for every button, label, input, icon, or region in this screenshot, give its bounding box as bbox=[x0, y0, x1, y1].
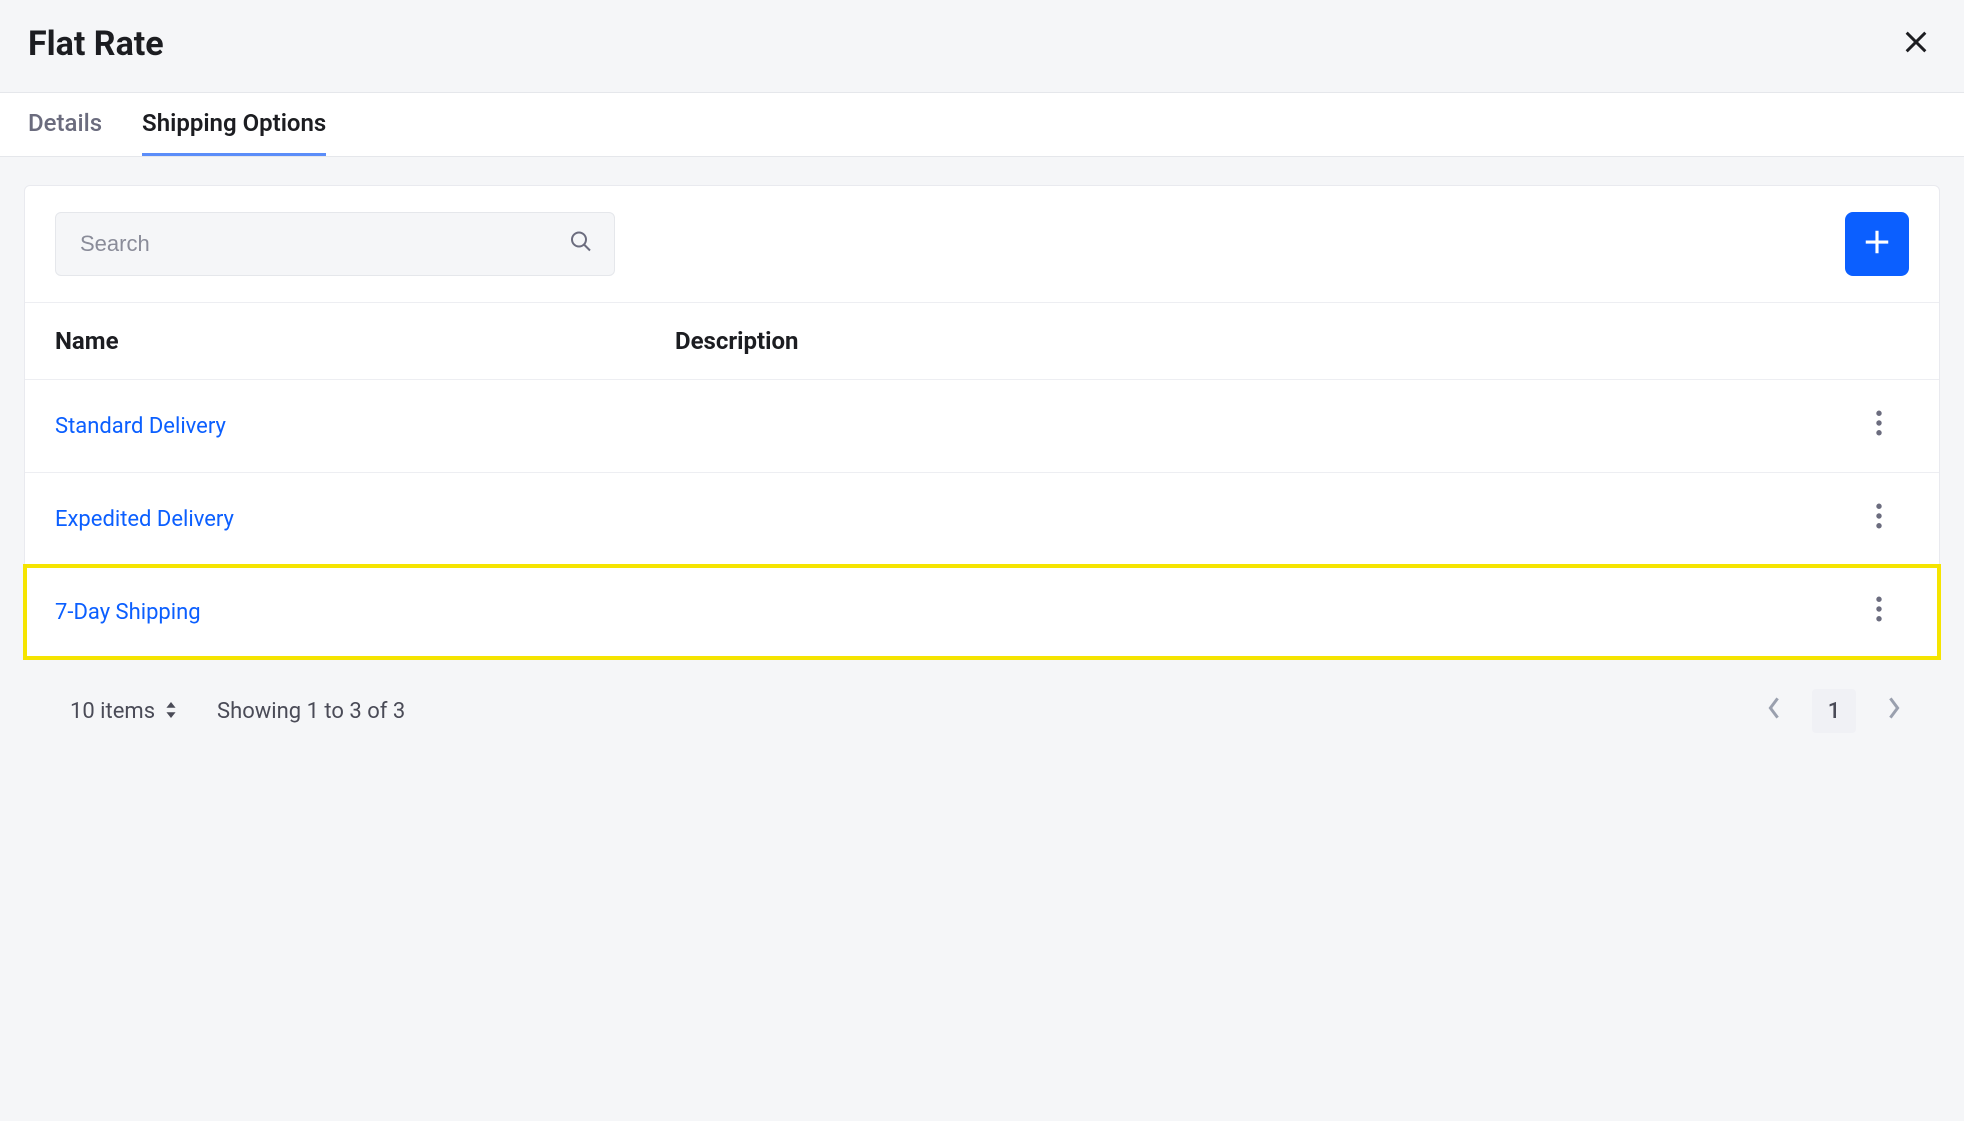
next-page-button[interactable] bbox=[1874, 691, 1914, 731]
close-button[interactable] bbox=[1896, 24, 1936, 64]
tab-details[interactable]: Details bbox=[28, 93, 102, 156]
column-header-description: Description bbox=[675, 327, 1849, 355]
table-header: Name Description bbox=[25, 302, 1939, 380]
table-row: Expedited Delivery bbox=[25, 473, 1939, 566]
kebab-icon bbox=[1875, 596, 1883, 628]
sort-icon bbox=[165, 699, 177, 724]
page-size-selector[interactable]: 10 items bbox=[70, 699, 177, 724]
row-name-link[interactable]: Expedited Delivery bbox=[55, 507, 234, 532]
row-actions-button[interactable] bbox=[1849, 596, 1909, 628]
close-icon bbox=[1902, 28, 1930, 61]
tab-shipping-options[interactable]: Shipping Options bbox=[142, 93, 326, 156]
plus-icon bbox=[1862, 227, 1892, 262]
row-name-link[interactable]: Standard Delivery bbox=[55, 414, 226, 439]
chevron-left-icon bbox=[1766, 696, 1782, 726]
column-header-name: Name bbox=[55, 327, 675, 355]
shipping-options-panel: Name Description Standard Delivery Expedi… bbox=[24, 185, 1940, 659]
page-title: Flat Rate bbox=[28, 24, 164, 64]
search-icon bbox=[569, 230, 593, 259]
page-size-label: 10 items bbox=[70, 699, 155, 724]
page-number[interactable]: 1 bbox=[1812, 689, 1856, 733]
table-row: Standard Delivery bbox=[25, 380, 1939, 473]
add-button[interactable] bbox=[1845, 212, 1909, 276]
search-input[interactable] bbox=[55, 212, 615, 276]
tabs: Details Shipping Options bbox=[0, 92, 1964, 157]
table-row: 7-Day Shipping bbox=[25, 566, 1939, 658]
prev-page-button[interactable] bbox=[1754, 691, 1794, 731]
kebab-icon bbox=[1875, 503, 1883, 535]
row-name-link[interactable]: 7-Day Shipping bbox=[55, 600, 201, 625]
showing-text: Showing 1 to 3 of 3 bbox=[217, 699, 405, 724]
chevron-right-icon bbox=[1886, 696, 1902, 726]
kebab-icon bbox=[1875, 410, 1883, 442]
row-actions-button[interactable] bbox=[1849, 503, 1909, 535]
row-actions-button[interactable] bbox=[1849, 410, 1909, 442]
